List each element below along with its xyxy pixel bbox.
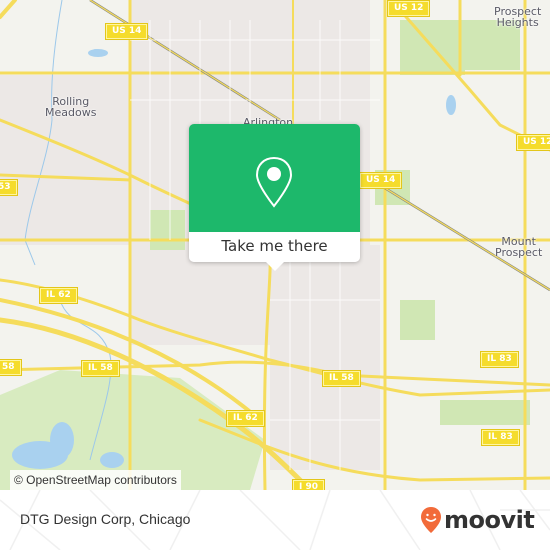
lake [50,422,74,458]
road-shield-il58: IL 58 [323,371,360,386]
place-label-line: Heights [496,16,539,29]
place-label-mount-prospect: Mount Prospect [495,236,542,258]
place-label-line: Prospect [495,246,543,259]
footer-bar: DTG Design Corp, Chicago moovit [0,490,550,550]
residential-area [270,245,380,470]
place-label-line: Meadows [45,106,97,119]
road-shield-il58: 58 [0,360,21,375]
lake [446,95,456,115]
moovit-pin-icon [421,507,441,533]
park [150,210,185,250]
place-label-rolling-meadows: Rolling Meadows [45,96,96,118]
place-label-prospect-heights: Prospect Heights [494,6,541,28]
road-shield-us14: US 14 [360,173,402,188]
moovit-wordmark: moovit [444,506,535,534]
place-name: DTG Design Corp, Chicago [20,511,191,527]
popup-pointer [266,262,284,271]
lake [88,49,108,57]
lake [100,452,124,468]
road-shield-il83: IL 83 [482,430,519,445]
road-shield-il62: IL 62 [227,411,264,426]
map-attribution[interactable]: © OpenStreetMap contributors [10,470,181,490]
moovit-logo[interactable]: moovit [420,506,535,534]
road-shield-us12: US 12 [517,135,550,150]
road-shield-us12: US 12 [388,1,430,16]
road-shield-53: 53 [0,180,17,195]
park [400,300,435,340]
take-me-there-popup[interactable]: Take me there [189,124,360,271]
road-shield-il58: IL 58 [82,361,119,376]
road-shield-il62: IL 62 [40,288,77,303]
road-shield-il83: IL 83 [481,352,518,367]
road-shield-us14: US 14 [106,24,148,39]
map-pin-icon [255,156,293,208]
road-shield-i90: I 90 [293,480,325,490]
park [440,400,530,425]
take-me-there-button[interactable]: Take me there [189,232,360,262]
popup-header[interactable] [189,124,360,232]
